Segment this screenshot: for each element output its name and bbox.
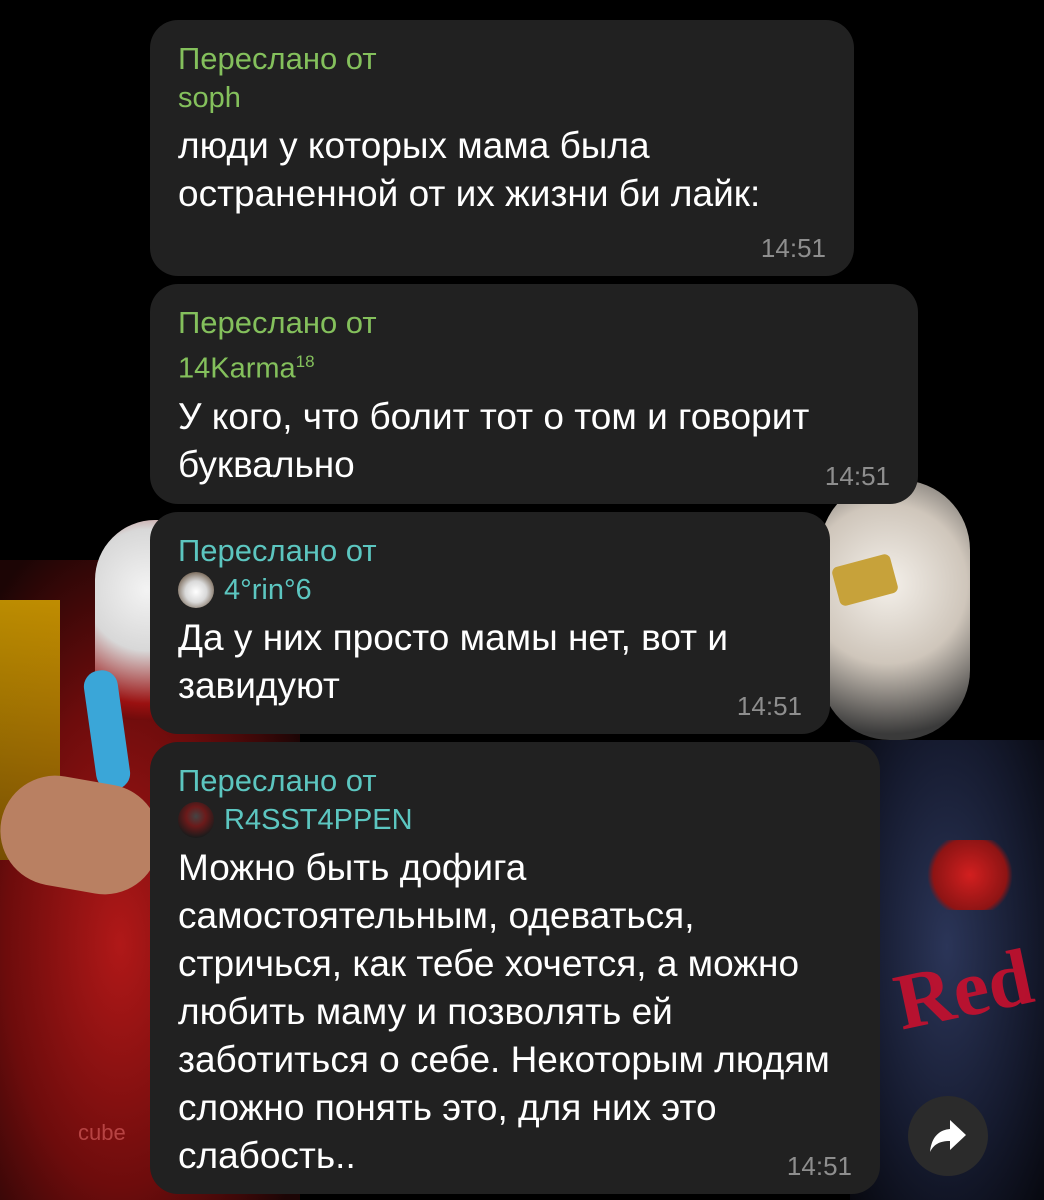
- message-bubble[interactable]: Переслано от 4°rin°6 Да у них просто мам…: [150, 512, 830, 734]
- forwarded-label: Переслано от: [178, 763, 377, 798]
- message-bubble[interactable]: Переслано от soph люди у которых мама бы…: [150, 20, 854, 276]
- forwarded-from-suffix: 18: [295, 352, 315, 371]
- message-time: 14:51: [786, 1151, 852, 1181]
- forwarded-from-name[interactable]: 4°rin°6: [178, 570, 802, 610]
- message-text: У кого, что болит тот о том и говорит бу…: [178, 395, 810, 485]
- forwarded-from-name[interactable]: R4SST4PPEN: [178, 800, 852, 840]
- wallpaper-helmet-right: [820, 480, 970, 740]
- message-time: 14:51: [760, 233, 826, 263]
- forwarded-label: Переслано от: [178, 305, 377, 340]
- share-arrow-icon: [930, 1120, 966, 1152]
- wallpaper-cube-text: cube: [78, 1120, 126, 1145]
- message-text: люди у которых мама была остраненной от …: [178, 125, 761, 214]
- share-button[interactable]: [908, 1096, 988, 1176]
- wallpaper-bull-logo: [920, 840, 1020, 910]
- forwarded-from-text: 4°rin°6: [224, 574, 312, 606]
- message-bubble[interactable]: Переслано от R4SST4PPEN Можно быть дофиг…: [150, 742, 880, 1194]
- message-text: Можно быть дофига самостоятельным, одева…: [178, 847, 830, 1176]
- message-time: 14:51: [736, 691, 802, 721]
- avatar: [178, 802, 214, 838]
- message-bubble[interactable]: Переслано от 14Karma18 У кого, что болит…: [150, 284, 918, 504]
- forwarded-from-text: 14Karma: [178, 352, 296, 385]
- message-text: Да у них просто мамы нет, вот и завидуют: [178, 617, 729, 706]
- avatar: [178, 572, 214, 608]
- forwarded-from-name[interactable]: soph: [178, 78, 826, 118]
- forwarded-label: Переслано от: [178, 533, 377, 568]
- forwarded-from-name[interactable]: 14Karma18: [178, 342, 890, 389]
- message-time: 14:51: [824, 461, 890, 491]
- forwarded-from-text: R4SST4PPEN: [224, 804, 413, 836]
- forwarded-label: Переслано от: [178, 41, 377, 76]
